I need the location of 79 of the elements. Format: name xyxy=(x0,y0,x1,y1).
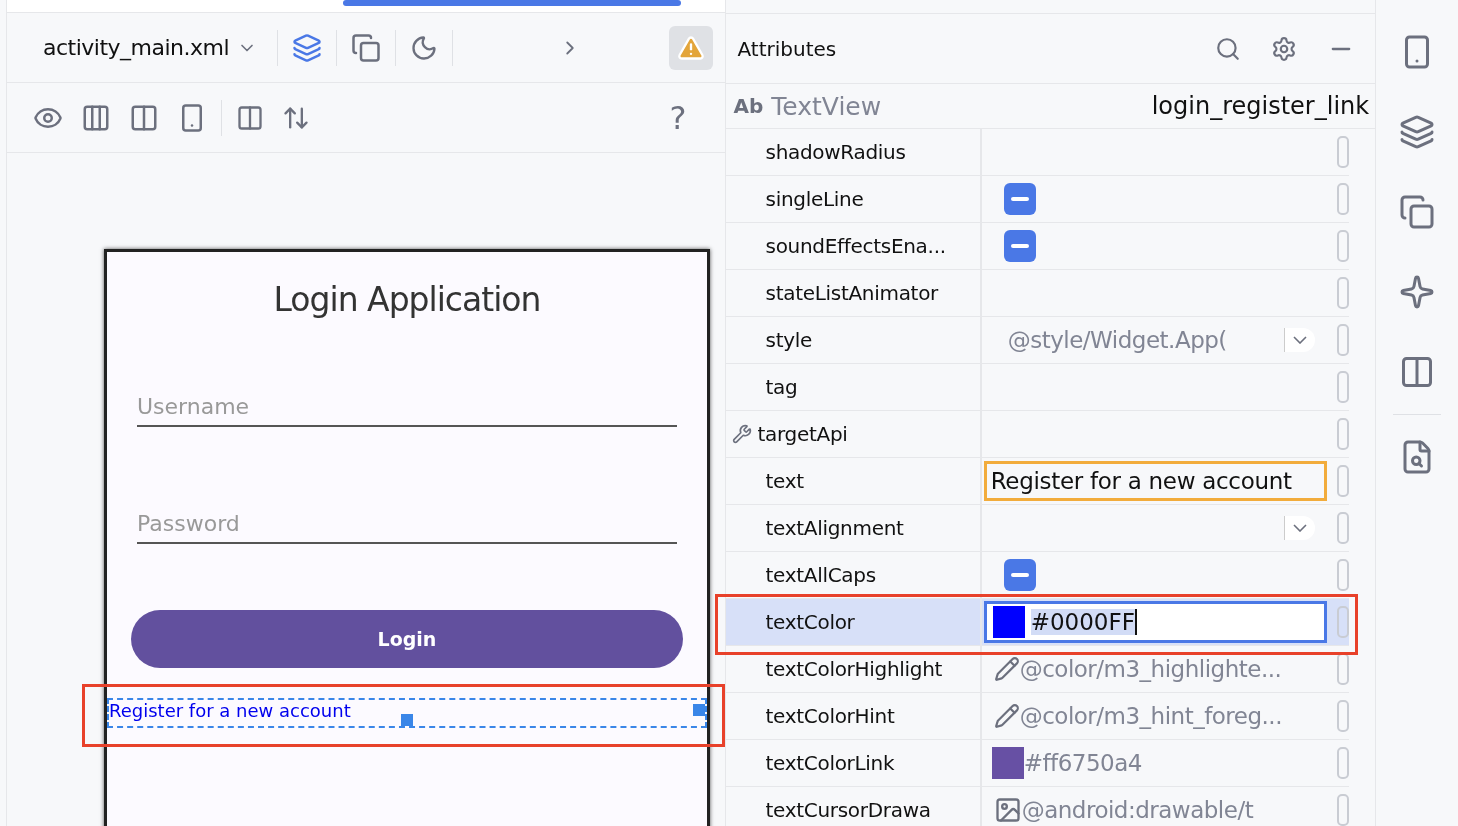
toggle-pill[interactable] xyxy=(1336,700,1349,732)
attribute-name: stateListAnimator xyxy=(765,281,938,305)
attribute-name: singleLine xyxy=(765,187,864,211)
pencil-icon[interactable] xyxy=(993,703,1020,729)
attribute-value: @style/Widget.App( xyxy=(1007,327,1227,353)
toggle-pill[interactable] xyxy=(1336,512,1349,544)
resize-handle[interactable] xyxy=(693,704,705,716)
component-icon: Ab xyxy=(733,94,764,118)
toggle-pill[interactable] xyxy=(1336,653,1349,685)
help-button[interactable]: ? xyxy=(669,98,713,137)
tab-scrollbar[interactable] xyxy=(343,0,681,6)
text-field[interactable]: Register for a new account xyxy=(983,461,1327,501)
toggle-pill[interactable] xyxy=(1336,277,1349,309)
attribute-name: textColorLink xyxy=(765,751,895,775)
attribute-row[interactable]: soundEffectsEna... xyxy=(725,223,1349,270)
component-type: TextView xyxy=(771,91,882,121)
attribute-row[interactable]: style @style/Widget.App( xyxy=(725,317,1349,364)
register-link[interactable]: Register for a new account xyxy=(107,698,707,728)
chevron-down-icon xyxy=(1292,336,1307,344)
attribute-row[interactable]: shadowRadius xyxy=(725,129,1349,176)
toggle-pill[interactable] xyxy=(1336,747,1349,779)
resize-handle[interactable] xyxy=(401,714,413,726)
attribute-name: text xyxy=(765,469,804,493)
file-dropdown[interactable]: activity_main.xml xyxy=(29,31,268,64)
attribute-value: @color/m3_hint_foreg... xyxy=(1019,703,1282,729)
attribute-name: style xyxy=(765,328,812,352)
login-button[interactable]: Login xyxy=(131,610,683,668)
attribute-row[interactable]: textColorLink #ff6750a4 xyxy=(725,740,1349,787)
component-id: login_register_link xyxy=(1151,92,1370,120)
tristate-checkbox[interactable] xyxy=(1003,230,1036,262)
minus-icon xyxy=(1010,197,1029,201)
attribute-name: targetApi xyxy=(757,422,848,446)
attribute-row[interactable]: text Register for a new account xyxy=(725,458,1349,505)
attribute-row[interactable]: stateListAnimator xyxy=(725,270,1349,317)
color-field[interactable]: #0000FF xyxy=(983,601,1327,643)
toggle-pill[interactable] xyxy=(1336,371,1349,403)
attribute-name: textColorHighlight xyxy=(765,657,943,681)
attribute-name: textAllCaps xyxy=(765,563,876,587)
attribute-row[interactable]: textColor #0000FF xyxy=(725,599,1349,646)
toggle-pill[interactable] xyxy=(1336,559,1349,591)
toggle-pill[interactable] xyxy=(1336,230,1349,262)
toggle-pill[interactable] xyxy=(1336,794,1349,826)
minus-icon xyxy=(1010,244,1029,248)
warning-icon xyxy=(676,33,705,62)
attribute-value: #ff6750a4 xyxy=(1023,750,1142,776)
toggle-pill[interactable] xyxy=(1336,418,1349,450)
image-icon[interactable] xyxy=(993,796,1022,824)
toggle-pill[interactable] xyxy=(1336,606,1349,638)
toggle-pill[interactable] xyxy=(1336,136,1349,168)
sparkle-icon[interactable] xyxy=(1399,274,1436,310)
toggle-pill[interactable] xyxy=(1336,183,1349,215)
tristate-checkbox[interactable] xyxy=(1003,183,1036,215)
attribute-name: soundEffectsEna... xyxy=(765,234,946,258)
attribute-value: @android:drawable/t xyxy=(1021,797,1254,823)
dropdown-button[interactable] xyxy=(1283,328,1315,352)
attribute-row[interactable]: singleLine xyxy=(725,176,1349,223)
chevron-down-icon xyxy=(1292,524,1307,532)
tristate-checkbox[interactable] xyxy=(1003,559,1036,591)
attribute-name: textColor xyxy=(765,610,855,634)
attribute-value: @color/m3_highlighte... xyxy=(1019,656,1282,682)
attribute-name: tag xyxy=(765,375,798,399)
attribute-row[interactable]: textColorHighlight @color/m3_highlighte... xyxy=(725,646,1349,693)
panel-title: Attributes xyxy=(737,36,837,61)
toggle-pill[interactable] xyxy=(1336,465,1349,497)
minus-icon xyxy=(1010,573,1029,577)
attribute-row[interactable]: targetApi xyxy=(725,411,1349,458)
attribute-row[interactable]: textColorHint @color/m3_hint_foreg... xyxy=(725,693,1349,740)
warning-button[interactable] xyxy=(668,25,713,70)
attribute-row[interactable]: tag xyxy=(725,364,1349,411)
attribute-name: textColorHint xyxy=(765,704,895,728)
app-title: Login Application xyxy=(273,280,541,319)
pencil-icon[interactable] xyxy=(993,656,1020,682)
attribute-name: textAlignment xyxy=(765,516,904,540)
attribute-name: textCursorDrawa xyxy=(765,798,931,822)
toggle-pill[interactable] xyxy=(1336,324,1349,356)
attribute-name: shadowRadius xyxy=(765,140,906,164)
dropdown-button[interactable] xyxy=(1283,516,1315,540)
attribute-row[interactable]: textAllCaps xyxy=(725,552,1349,599)
attribute-row[interactable]: textAlignment xyxy=(725,505,1349,552)
